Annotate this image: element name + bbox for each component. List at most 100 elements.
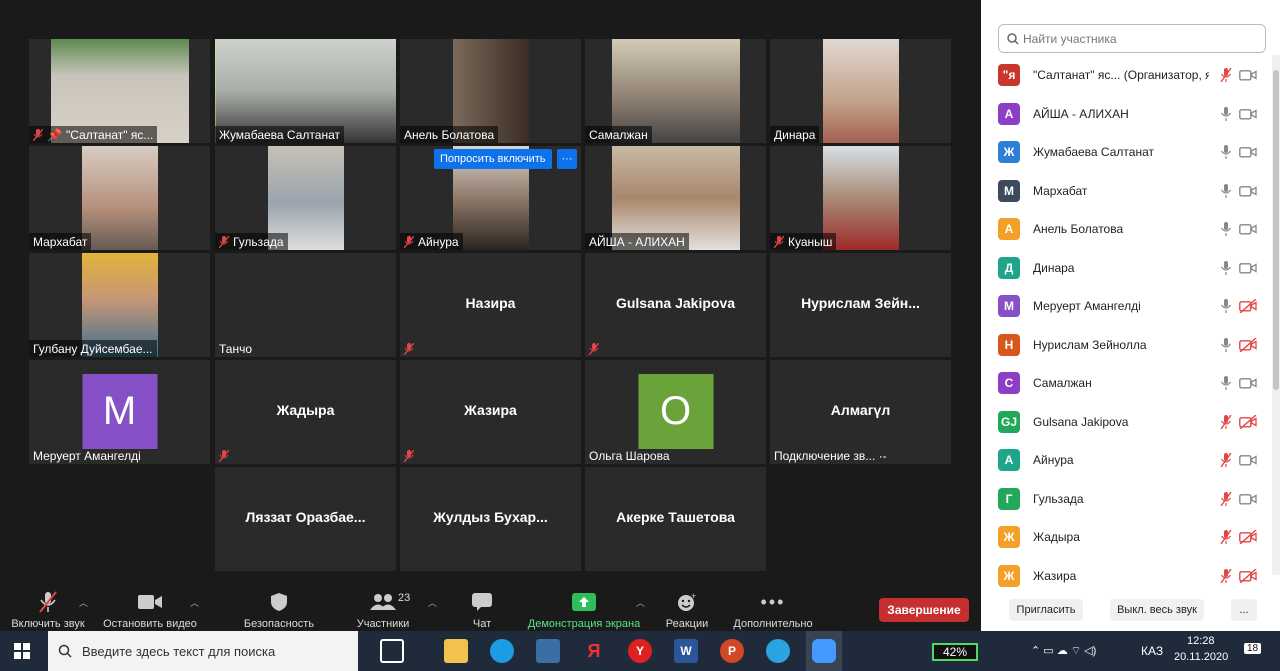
- windows-start-icon[interactable]: [14, 643, 30, 659]
- mic-icon[interactable]: [1220, 145, 1232, 160]
- more-options-button[interactable]: ••• Дополнительно: [728, 590, 818, 631]
- mute-all-button[interactable]: Выкл. весь звук: [1110, 599, 1204, 621]
- video-off-icon[interactable]: [1239, 299, 1257, 314]
- video-tile-zhumabaeva[interactable]: Жумабаева Салтанат: [215, 39, 396, 143]
- participant-row[interactable]: А АЙША - АЛИХАН: [981, 95, 1269, 134]
- ask-to-unmute-button[interactable]: Попросить включить: [434, 149, 552, 169]
- video-tile-gulsana[interactable]: Gulsana Jakipova: [585, 253, 766, 357]
- video-camera-icon[interactable]: [1239, 68, 1257, 82]
- participant-row[interactable]: GJ Gulsana Jakipova: [981, 403, 1269, 442]
- video-tile-zhuldyz[interactable]: Жулдыз Бухар...: [400, 467, 581, 571]
- stop-video-button[interactable]: Остановить видео: [100, 590, 200, 630]
- mic-muted-icon[interactable]: [1220, 68, 1232, 83]
- video-tile-zhazira[interactable]: Жазира: [400, 360, 581, 464]
- scrollbar-thumb[interactable]: [1273, 70, 1279, 390]
- participant-row[interactable]: Ж Жумабаева Салтанат: [981, 133, 1269, 172]
- video-tile-akerke[interactable]: Акерке Ташетова: [585, 467, 766, 571]
- clock-time[interactable]: 12:28: [1187, 635, 1215, 647]
- video-tile-almagul[interactable]: Алмагүл Подключение зв... ·-: [770, 360, 951, 464]
- participant-search-input[interactable]: Найти участника: [998, 24, 1266, 53]
- participant-row[interactable]: А Анель Болатова: [981, 210, 1269, 249]
- word-icon[interactable]: W: [674, 639, 698, 663]
- video-tile-meruert[interactable]: М Меруерт Амангелді: [29, 360, 210, 464]
- chat-button[interactable]: Чат: [462, 590, 502, 630]
- video-camera-icon[interactable]: [1239, 145, 1257, 159]
- unmute-button[interactable]: Включить звук: [6, 590, 90, 630]
- video-tile-anel[interactable]: Анель Болатова: [400, 39, 581, 143]
- participant-row[interactable]: Г Гульзада: [981, 480, 1269, 519]
- telegram-icon[interactable]: [766, 639, 790, 663]
- mic-icon[interactable]: [1220, 222, 1232, 237]
- caret-up-icon[interactable]: ︿: [428, 596, 437, 609]
- participants-button[interactable]: 23 Участники: [352, 590, 414, 630]
- video-tile-nazira[interactable]: Назира: [400, 253, 581, 357]
- participant-row[interactable]: Д Динара: [981, 249, 1269, 288]
- participant-row[interactable]: Ж Жадыра: [981, 518, 1269, 557]
- participant-row[interactable]: Ж Жазира: [981, 557, 1269, 596]
- participant-row[interactable]: Н Нурислам Зейнолла: [981, 326, 1269, 365]
- video-camera-icon[interactable]: [1239, 453, 1257, 467]
- task-view-icon[interactable]: [380, 639, 404, 663]
- mic-icon[interactable]: [1220, 260, 1232, 275]
- participant-row[interactable]: А Айнура: [981, 441, 1269, 480]
- video-tile-tancho[interactable]: Танчо: [215, 253, 396, 357]
- video-off-icon[interactable]: [1239, 337, 1257, 352]
- participant-row[interactable]: С Самалжан: [981, 364, 1269, 403]
- yandex-browser-icon[interactable]: Y: [628, 639, 652, 663]
- video-camera-icon[interactable]: [1239, 376, 1257, 390]
- mic-icon[interactable]: [1220, 106, 1232, 121]
- mic-icon[interactable]: [1220, 337, 1232, 352]
- video-tile-saltanat-host[interactable]: 📌 "Салтанат" яс...: [29, 39, 210, 143]
- video-camera-icon[interactable]: [1239, 261, 1257, 275]
- end-meeting-button[interactable]: Завершение: [879, 598, 969, 622]
- video-tile-markhabat[interactable]: Мархабат: [29, 146, 210, 250]
- tray-icons[interactable]: ⌃ ▭ ☁ ⌔ ◁): [1031, 644, 1096, 658]
- powerpoint-icon[interactable]: P: [720, 639, 744, 663]
- mic-icon[interactable]: [1220, 183, 1232, 198]
- panel-more-button[interactable]: ...: [1231, 599, 1257, 621]
- video-tile-nurislam[interactable]: Нурислам Зейн...: [770, 253, 951, 357]
- video-tile-samalzhan[interactable]: Самалжан: [585, 39, 766, 143]
- participant-row[interactable]: "я "Салтанат" яс... (Организатор, я): [981, 56, 1269, 95]
- invite-button[interactable]: Пригласить: [1009, 599, 1083, 621]
- mic-muted-icon[interactable]: [1220, 491, 1232, 506]
- video-tile-gulzada[interactable]: Гульзада: [215, 146, 396, 250]
- tile-more-button[interactable]: ···: [557, 149, 577, 169]
- language-indicator[interactable]: КАЗ: [1141, 644, 1163, 658]
- taskbar-search-box[interactable]: Введите здесь текст для поиска: [48, 631, 358, 671]
- notification-badge[interactable]: 18: [1244, 643, 1262, 654]
- video-camera-icon[interactable]: [1239, 184, 1257, 198]
- video-camera-icon[interactable]: [1239, 492, 1257, 506]
- mic-icon[interactable]: [1220, 376, 1232, 391]
- video-camera-icon[interactable]: [1239, 107, 1257, 121]
- mic-icon[interactable]: [1220, 299, 1232, 314]
- mic-muted-icon[interactable]: [1220, 453, 1232, 468]
- participant-row[interactable]: М Мархабат: [981, 172, 1269, 211]
- security-button[interactable]: Безопасность: [240, 590, 318, 630]
- edge-icon[interactable]: [490, 639, 514, 663]
- video-tile-olga[interactable]: О Ольга Шарова: [585, 360, 766, 464]
- caret-up-icon[interactable]: ︿: [190, 596, 199, 609]
- mic-muted-icon[interactable]: [1220, 568, 1232, 583]
- video-tile-gulbanu[interactable]: Гулбану Дуйсембае...: [29, 253, 210, 357]
- mic-muted-icon[interactable]: [1220, 530, 1232, 545]
- caret-up-icon[interactable]: ︿: [79, 596, 88, 609]
- video-tile-zhadyra[interactable]: Жадыра: [215, 360, 396, 464]
- file-explorer-icon[interactable]: [444, 639, 468, 663]
- reactions-button[interactable]: + Реакции: [660, 590, 714, 630]
- video-tile-lyazzat[interactable]: Ляззат Оразбае...: [215, 467, 396, 571]
- video-off-icon[interactable]: [1239, 568, 1257, 583]
- mic-muted-icon[interactable]: [1220, 414, 1232, 429]
- video-tile-dinara[interactable]: Динара: [770, 39, 951, 143]
- participant-row[interactable]: М Меруерт Амангелді: [981, 287, 1269, 326]
- video-tile-aisha[interactable]: АЙША - АЛИХАН: [585, 146, 766, 250]
- yandex-icon[interactable]: Я: [582, 639, 606, 663]
- video-off-icon[interactable]: [1239, 530, 1257, 545]
- share-screen-button[interactable]: Демонстрация экрана: [524, 590, 644, 630]
- video-tile-kuanysh[interactable]: Куаныш: [770, 146, 951, 250]
- video-camera-icon[interactable]: [1239, 222, 1257, 236]
- clock-date[interactable]: 20.11.2020: [1174, 651, 1228, 663]
- store-icon[interactable]: [536, 639, 560, 663]
- caret-up-icon[interactable]: ︿: [636, 596, 645, 609]
- video-off-icon[interactable]: [1239, 414, 1257, 429]
